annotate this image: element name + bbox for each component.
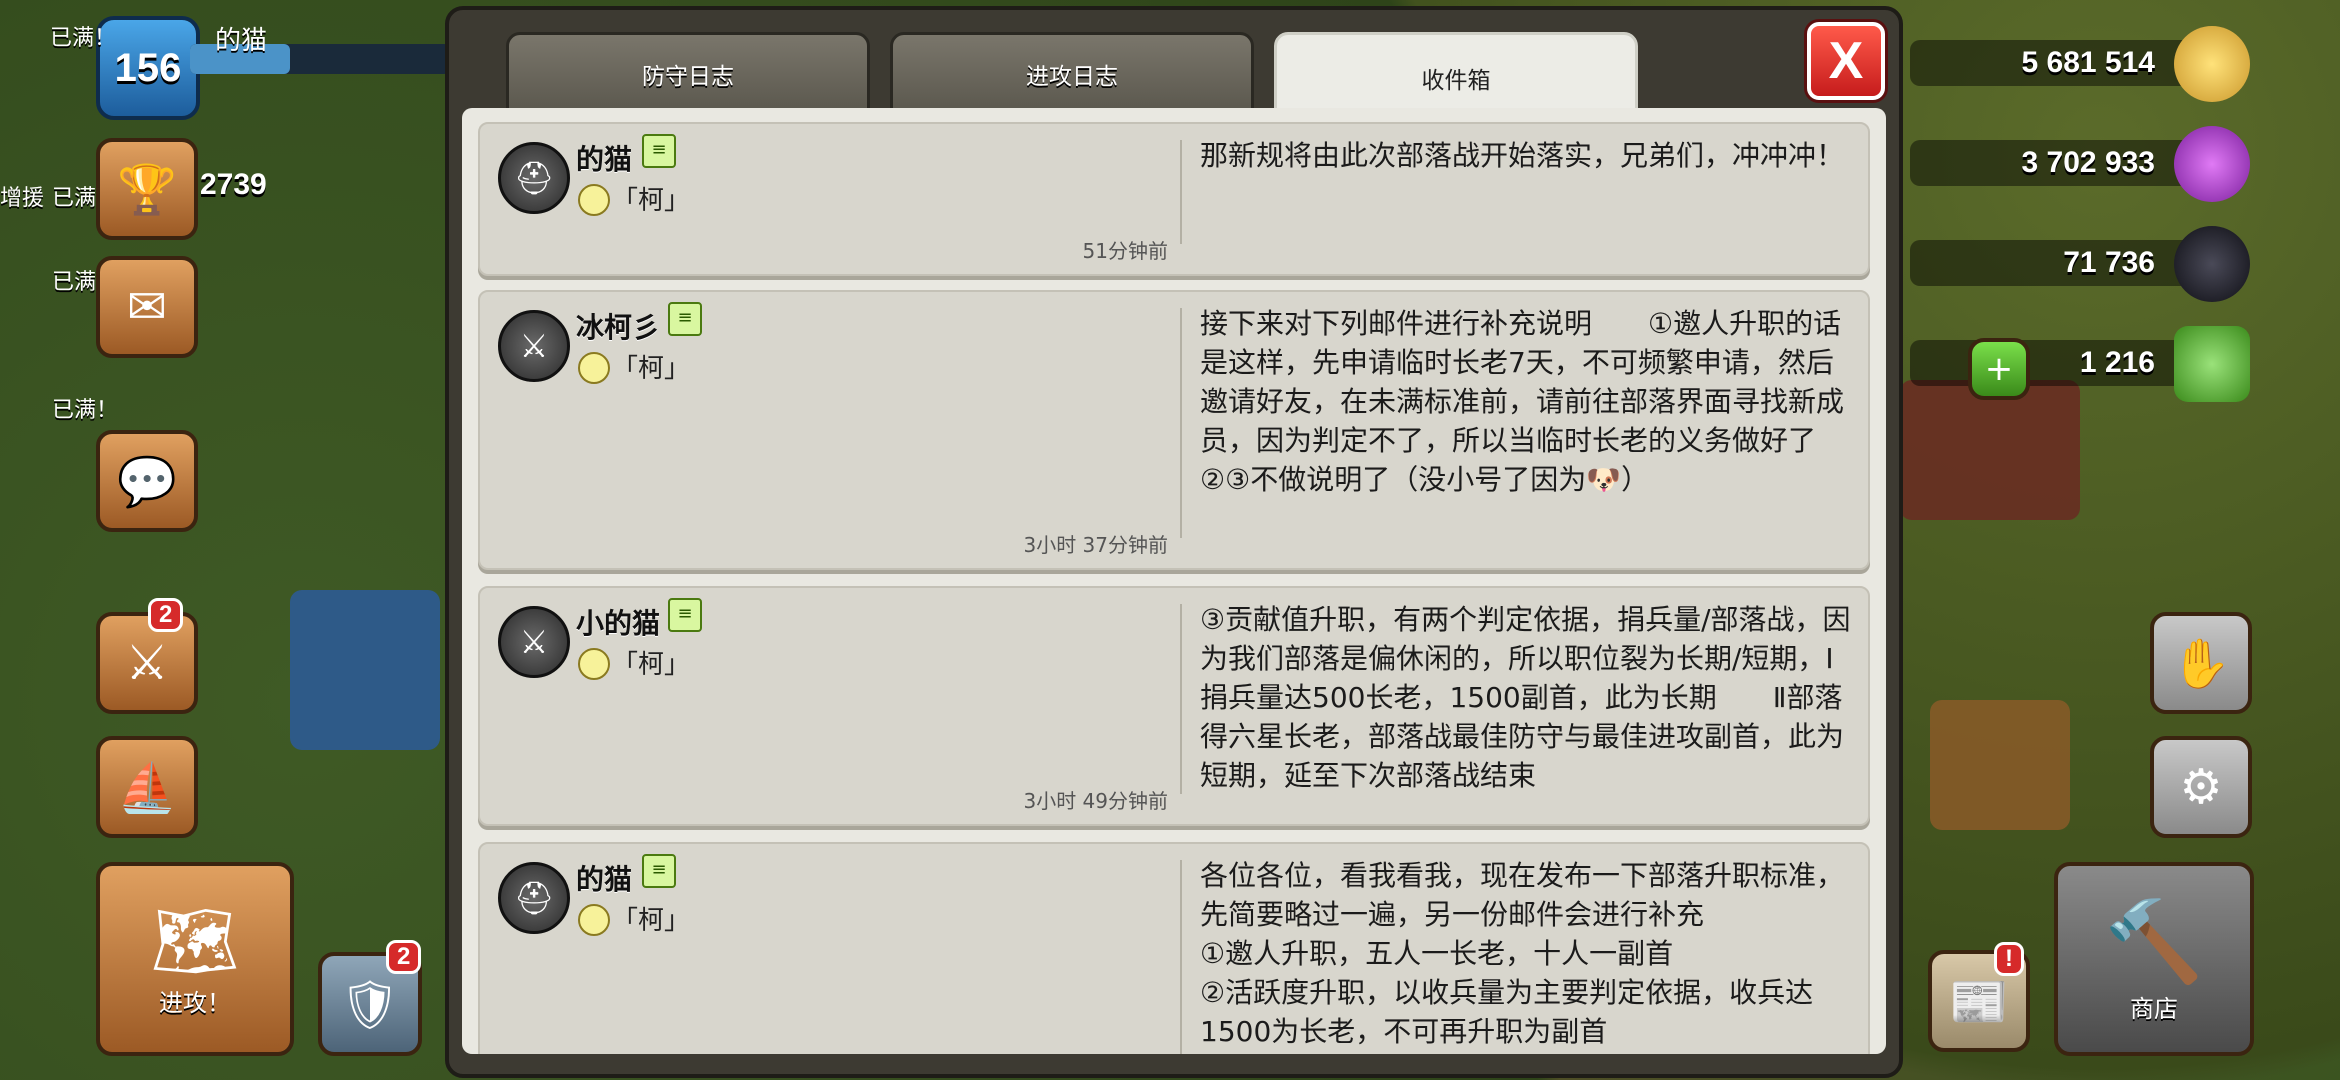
builder-base-button[interactable]: ⛵ [96, 736, 198, 838]
gold-coin-icon [2174, 26, 2250, 102]
trophy-icon: 🏆 [117, 161, 177, 218]
gem-counter[interactable]: 1 216 [1910, 326, 2250, 402]
clan-name: 「柯」 [612, 354, 691, 384]
elixir-counter: 3 702 933 [1910, 126, 2250, 202]
list-item[interactable]: ⛑ 的猫 ≡ 「柯」 51分钟前 那新规将由此次部落战开始落实，兄弟们，冲冲冲！ [478, 122, 1870, 276]
shop-label: 商店 [2130, 994, 2178, 1023]
clan-badge-icon [578, 184, 610, 216]
map-icon: 🗺 [150, 900, 240, 982]
tab-defense-log[interactable]: 防守日志 [506, 32, 870, 112]
village-tower-left [290, 590, 440, 750]
clan-war-button[interactable]: ⚔ [96, 612, 198, 714]
dark-elixir-drop-icon [2174, 226, 2250, 302]
mail-icon: ✉ [126, 279, 168, 335]
message-body: 那新规将由此次部落战开始落实，兄弟们，冲冲冲！ [1200, 139, 1845, 172]
leader-helmet-icon: ⛑ [498, 142, 570, 214]
heal-shield-badge: 2 [386, 940, 422, 974]
list-item[interactable]: ⚔ 小的猫 ≡ 「柯」 3小时 49分钟前 ③贡献值升职，有两个判定依据，捐兵量… [478, 586, 1870, 826]
message-body: 各位各位，看我看我，现在发布一下部落升职标准，先简要略过一遍，另一份邮件会进行补… [1200, 859, 1845, 1048]
leader-helmet-icon: ⛑ [498, 862, 570, 934]
sender-name: 冰柯彡 [576, 312, 661, 343]
clan-badge-icon [578, 904, 610, 936]
side-label-4: 已满 [52, 270, 97, 295]
elixir-drop-icon [2174, 126, 2250, 202]
note-icon: ≡ [642, 854, 676, 888]
news-badge: ! [1994, 942, 2024, 976]
inbox-list[interactable]: ⛑ 的猫 ≡ 「柯」 51分钟前 那新规将由此次部落战开始落实，兄弟们，冲冲冲！… [462, 108, 1886, 1054]
clan-badge-icon [578, 648, 610, 680]
attack-button[interactable]: 🗺 进攻！ [96, 862, 294, 1056]
crossed-swords-icon: ⚔ [125, 635, 169, 691]
village-building-right [1900, 380, 2080, 520]
plus-icon: + [1984, 349, 2014, 389]
message-body: ③贡献值升职，有两个判定依据，捐兵量/部落战，因为我们部落是偏休闲的，所以职位裂… [1200, 603, 1851, 792]
clan-name: 「柯」 [612, 186, 691, 216]
log-panel: 防守日志 进攻日志 收件箱 X ⛑ 的猫 ≡ 「柯」 51分钟前 那新规将由此次… [445, 6, 1903, 1078]
close-icon: X [1828, 32, 1864, 90]
settings-button[interactable]: ⚙ [2150, 736, 2252, 838]
sender-name: 的猫 [576, 864, 633, 895]
shield-icon: 🛡 [339, 976, 401, 1033]
chat-button[interactable]: 💬 [96, 430, 198, 532]
sender-name: 小的猫 [576, 608, 661, 639]
divider [1180, 860, 1182, 1054]
divider [1180, 604, 1182, 794]
village-tree-right [1930, 700, 2070, 830]
crossed-swords-rank-icon: ⚔ [498, 310, 570, 382]
side-label-2: 增援 [0, 186, 45, 211]
boat-icon: ⛵ [117, 759, 177, 816]
clan-badge-icon [578, 352, 610, 384]
divider [1180, 308, 1182, 538]
timestamp: 3小时 49分钟前 [1023, 789, 1168, 813]
clan-name: 「柯」 [612, 650, 691, 680]
news-icon: 📰 [1949, 973, 2009, 1030]
hammer-coins-icon: 🔨 [2104, 894, 2204, 988]
close-button[interactable]: X [1807, 22, 1885, 100]
side-label-5: 已满！ [52, 398, 119, 423]
shop-button[interactable]: 🔨 商店 [2054, 862, 2254, 1056]
timestamp: 51分钟前 [1082, 239, 1168, 263]
layout-edit-button[interactable]: ✋ [2150, 612, 2252, 714]
side-label-1: 已满！ [50, 26, 117, 51]
dark-elixir-counter: 71 736 [1910, 226, 2250, 302]
clan-war-badge: 2 [148, 598, 184, 632]
crossed-swords-rank-icon: ⚔ [498, 606, 570, 678]
gear-icon: ⚙ [2179, 759, 2223, 815]
gem-icon [2174, 326, 2250, 402]
side-label-3: 已满 [52, 186, 97, 211]
clan-name: 「柯」 [612, 906, 691, 936]
gold-counter: 5 681 514 [1910, 26, 2250, 102]
hand-icon: ✋ [2171, 635, 2231, 692]
trophy-count: 2739 [200, 168, 267, 201]
player-name: 的猫 [215, 26, 268, 56]
attack-button-label: 进攻！ [159, 989, 231, 1017]
note-icon: ≡ [668, 598, 702, 632]
note-icon: ≡ [642, 134, 676, 168]
list-item[interactable]: ⚔ 冰柯彡 ≡ 「柯」 3小时 37分钟前 接下来对下列邮件进行补充说明 ①邀人… [478, 290, 1870, 570]
mail-button[interactable]: ✉ [96, 256, 198, 358]
timestamp: 3小时 37分钟前 [1023, 533, 1168, 557]
gem-plus-button[interactable]: + [1968, 338, 2030, 400]
chat-icon: 💬 [117, 453, 177, 510]
note-icon: ≡ [668, 302, 702, 336]
divider [1180, 140, 1182, 244]
tab-attack-log[interactable]: 进攻日志 [890, 32, 1254, 112]
trophy-button[interactable]: 🏆 [96, 138, 198, 240]
list-item[interactable]: ⛑ 的猫 ≡ 「柯」 各位各位，看我看我，现在发布一下部落升职标准，先简要略过一… [478, 842, 1870, 1054]
tab-inbox[interactable]: 收件箱 [1274, 32, 1638, 116]
message-body: 接下来对下列邮件进行补充说明 ①邀人升职的话是这样，先申请临时长老7天，不可频繁… [1200, 307, 1845, 496]
sender-name: 的猫 [576, 144, 633, 175]
